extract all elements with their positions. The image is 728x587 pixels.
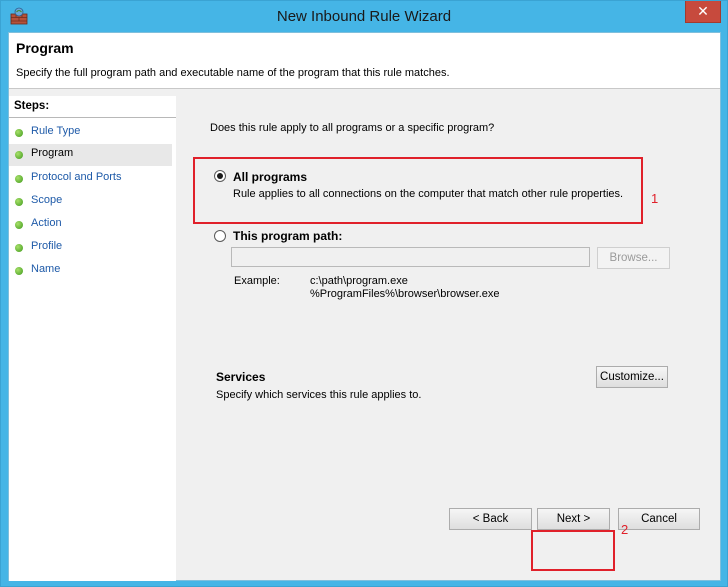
program-path-radio[interactable] xyxy=(214,230,226,242)
close-icon: ✕ xyxy=(697,3,709,19)
step-label: Action xyxy=(31,217,62,229)
step-profile[interactable]: Profile xyxy=(9,237,172,259)
step-program[interactable]: Program xyxy=(9,144,172,166)
wizard-client-area: Program Specify the full program path an… xyxy=(8,32,721,581)
step-protocol-and-ports[interactable]: Protocol and Ports xyxy=(9,168,172,190)
services-description: Specify which services this rule applies… xyxy=(216,389,422,401)
step-label: Name xyxy=(31,263,61,275)
step-label: Protocol and Ports xyxy=(31,171,122,183)
step-status-icon xyxy=(15,175,23,183)
step-action[interactable]: Action xyxy=(9,214,172,236)
annotation-number-2: 2 xyxy=(621,522,629,537)
back-button[interactable]: < Back xyxy=(449,508,532,530)
annotation-box-1 xyxy=(193,157,643,224)
example-label: Example: xyxy=(234,275,280,287)
step-status-icon xyxy=(15,151,23,159)
page-title: Program xyxy=(16,40,74,56)
step-status-icon xyxy=(15,244,23,252)
step-status-icon xyxy=(15,267,23,275)
scope-question: Does this rule apply to all programs or … xyxy=(210,122,495,134)
wizard-window: New Inbound Rule Wizard ✕ Program Specif… xyxy=(0,0,728,587)
next-button[interactable]: Next > xyxy=(537,508,610,530)
example-path-1: c:\path\program.exe xyxy=(310,275,408,287)
steps-heading: Steps: xyxy=(14,100,50,112)
steps-divider xyxy=(9,117,176,118)
program-path-label[interactable]: This program path: xyxy=(233,229,342,243)
step-status-icon xyxy=(15,221,23,229)
customize-button[interactable]: Customize... xyxy=(596,366,668,388)
title-bar: New Inbound Rule Wizard ✕ xyxy=(1,1,727,32)
step-label: Program xyxy=(31,147,74,159)
page-description: Specify the full program path and execut… xyxy=(16,67,450,79)
browse-button[interactable]: Browse... xyxy=(597,247,670,269)
steps-pane: Steps: Rule Type Program Protocol and Po… xyxy=(9,96,176,581)
program-path-input[interactable] xyxy=(231,247,590,267)
annotation-box-2 xyxy=(531,530,615,571)
step-label: Profile xyxy=(31,240,63,252)
step-name[interactable]: Name xyxy=(9,260,172,282)
annotation-number-1: 1 xyxy=(651,191,659,206)
window-title: New Inbound Rule Wizard xyxy=(276,8,452,25)
step-scope[interactable]: Scope xyxy=(9,191,172,213)
step-rule-type[interactable]: Rule Type xyxy=(9,122,172,144)
step-label: Scope xyxy=(31,194,63,206)
services-title: Services xyxy=(216,370,266,384)
cancel-button[interactable]: Cancel xyxy=(618,508,700,530)
step-status-icon xyxy=(15,129,23,137)
example-path-2: %ProgramFiles%\browser\browser.exe xyxy=(310,288,500,300)
page-header: Program Specify the full program path an… xyxy=(9,33,720,89)
step-label: Rule Type xyxy=(31,125,81,137)
step-status-icon xyxy=(15,198,23,206)
close-button[interactable]: ✕ xyxy=(685,1,721,23)
